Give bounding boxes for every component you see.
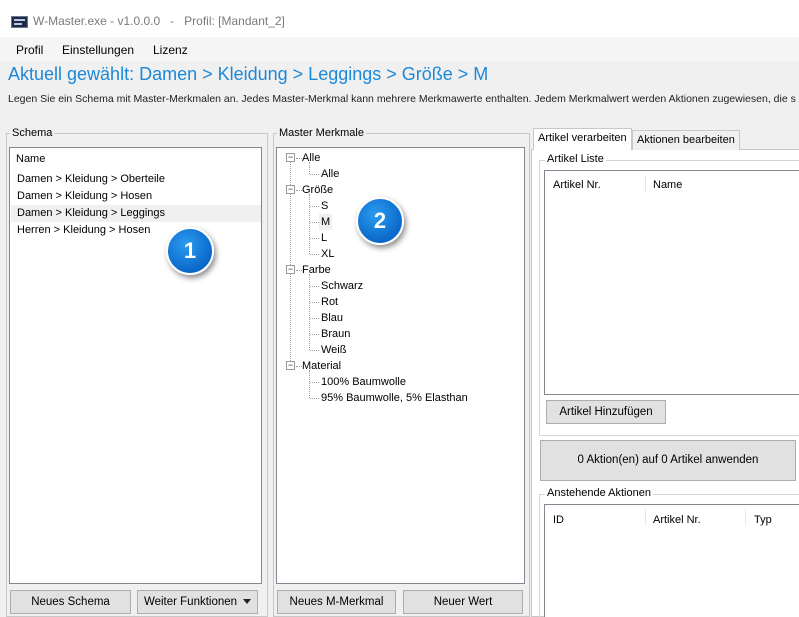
- tree-connector: [310, 238, 319, 239]
- column-typ[interactable]: Typ: [754, 514, 772, 526]
- collapse-icon[interactable]: −: [286, 361, 295, 370]
- tree-leaf[interactable]: Schwarz: [321, 278, 363, 294]
- tree-connector: [310, 398, 319, 399]
- page-description: Legen Sie ein Schema mit Master-Merkmale…: [8, 93, 796, 105]
- column-artikel-nr[interactable]: Artikel Nr.: [553, 179, 601, 191]
- tree-connector: [309, 370, 310, 398]
- tree-leaf[interactable]: Braun: [321, 326, 350, 342]
- tree-node-farbe[interactable]: Farbe: [302, 262, 331, 278]
- tree-connector: [310, 350, 319, 351]
- add-article-button[interactable]: Artikel Hinzufügen: [546, 400, 666, 424]
- collapse-icon[interactable]: −: [286, 265, 295, 274]
- tree-node-alle[interactable]: Alle: [302, 150, 320, 166]
- tab-artikel-verarbeiten[interactable]: Artikel verarbeiten: [533, 128, 632, 150]
- tree-connector: [310, 222, 319, 223]
- column-id[interactable]: ID: [553, 514, 564, 526]
- new-master-feature-button[interactable]: Neues M-Merkmal: [277, 590, 396, 614]
- tree-leaf[interactable]: S: [321, 198, 328, 214]
- collapse-icon[interactable]: −: [286, 185, 295, 194]
- pending-actions-grid[interactable]: ID Artikel Nr. Typ: [544, 504, 799, 617]
- tree-leaf[interactable]: XL: [321, 246, 334, 262]
- schema-label: Schema: [10, 127, 55, 139]
- dropdown-arrow-icon: [243, 599, 252, 605]
- article-grid[interactable]: Artikel Nr. Name: [544, 170, 799, 395]
- tree-connector: [310, 206, 319, 207]
- schema-row-selected[interactable]: Damen > Kleidung > Leggings: [11, 205, 261, 222]
- tree-connector: [309, 194, 310, 254]
- tree-connector: [310, 302, 319, 303]
- menu-einstellungen[interactable]: Einstellungen: [62, 43, 134, 57]
- tree-connector: [310, 382, 319, 383]
- callout-badge-1: 1: [166, 227, 214, 275]
- column-name[interactable]: Name: [653, 179, 682, 191]
- tree-connector: [310, 334, 319, 335]
- new-schema-button[interactable]: Neues Schema: [10, 590, 131, 614]
- tree-connector: [310, 318, 319, 319]
- schema-row[interactable]: Damen > Kleidung > Hosen: [11, 188, 261, 205]
- new-value-button[interactable]: Neuer Wert: [403, 590, 523, 614]
- tree-leaf[interactable]: Alle: [321, 166, 339, 182]
- callout-badge-2: 2: [356, 197, 404, 245]
- schema-list[interactable]: Name Damen > Kleidung > Oberteile Damen …: [9, 147, 262, 584]
- menu-profil[interactable]: Profil: [16, 43, 43, 57]
- tree-connector: [310, 286, 319, 287]
- schema-column-name[interactable]: Name: [16, 153, 45, 165]
- tree-leaf[interactable]: Rot: [321, 294, 338, 310]
- column-artikel-nr[interactable]: Artikel Nr.: [653, 514, 701, 526]
- tree-leaf[interactable]: 100% Baumwolle: [321, 374, 406, 390]
- more-functions-button[interactable]: Weiter Funktionen: [137, 590, 258, 614]
- tree-connector: [310, 174, 319, 175]
- column-separator: [645, 175, 646, 191]
- collapse-icon[interactable]: −: [286, 153, 295, 162]
- column-separator: [745, 509, 746, 525]
- tree-leaf[interactable]: L: [321, 230, 327, 246]
- tree-leaf[interactable]: Weiß: [321, 342, 346, 358]
- current-selection-heading: Aktuell gewählt: Damen > Kleidung > Legg…: [8, 64, 489, 84]
- tree-leaf-selected[interactable]: M: [319, 214, 333, 230]
- menu-lizenz[interactable]: Lizenz: [153, 43, 188, 57]
- app-icon: [11, 16, 28, 28]
- tree-leaf[interactable]: Blau: [321, 310, 343, 326]
- menu-bar: Profil Einstellungen Lizenz: [0, 37, 799, 61]
- more-functions-label: Weiter Funktionen: [143, 596, 238, 608]
- window-title: W-Master.exe - v1.0.0.0 - Profil: [Manda…: [33, 14, 285, 28]
- schema-row[interactable]: Damen > Kleidung > Oberteile: [11, 171, 261, 188]
- tree-node-material[interactable]: Material: [302, 358, 341, 374]
- pending-actions-label: Anstehende Aktionen: [545, 487, 653, 499]
- article-list-label: Artikel Liste: [545, 153, 606, 165]
- tab-aktionen-bearbeiten[interactable]: Aktionen bearbeiten: [632, 130, 740, 150]
- title-bar: W-Master.exe - v1.0.0.0 - Profil: [Manda…: [0, 0, 799, 37]
- tree-node-groesse[interactable]: Größe: [302, 182, 333, 198]
- master-label: Master Merkmale: [277, 127, 366, 139]
- apply-actions-button[interactable]: 0 Aktion(en) auf 0 Artikel anwenden: [540, 440, 796, 481]
- schema-row[interactable]: Herren > Kleidung > Hosen: [11, 222, 261, 239]
- tree-leaf[interactable]: 95% Baumwolle, 5% Elasthan: [321, 390, 468, 406]
- tree-connector: [310, 254, 319, 255]
- column-separator: [645, 509, 646, 525]
